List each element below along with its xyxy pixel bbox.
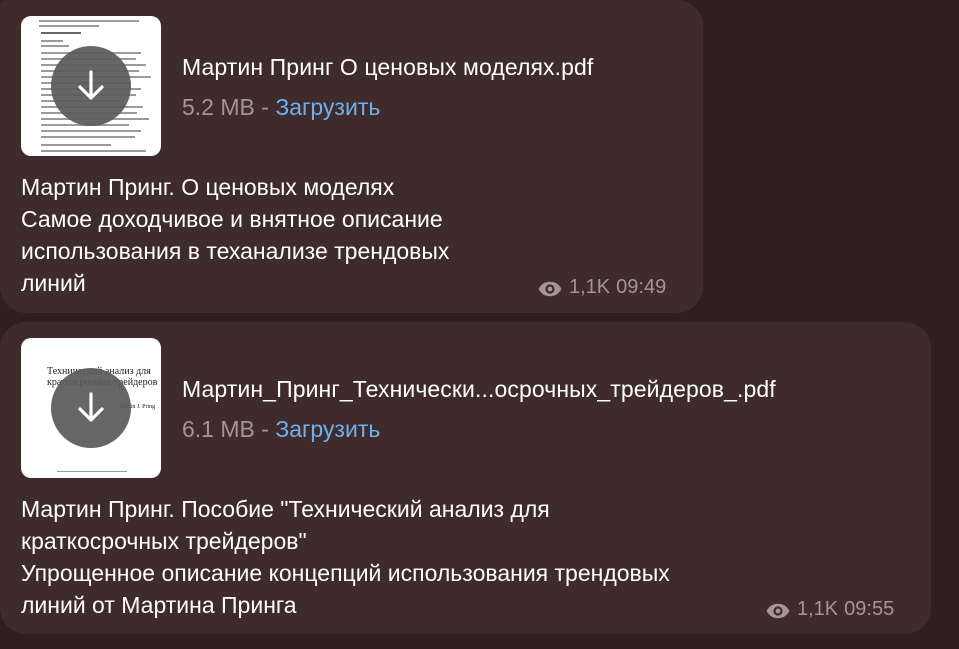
caption-line: Мартин Принг. Пособие "Технический анали… (21, 496, 550, 522)
thumb-line (41, 40, 63, 42)
thumb-line (39, 25, 99, 27)
eye-icon (537, 280, 563, 296)
caption-line: Мартин Принг. О ценовых моделях (21, 174, 395, 200)
caption-line: использования в теханализе трендовых (21, 238, 450, 264)
caption-line: Упрощенное описание концепций использова… (21, 560, 670, 586)
caption-line: краткосрочных трейдеров" (21, 528, 307, 554)
thumb-line (41, 45, 69, 47)
file-name[interactable]: Мартин Принг О ценовых моделях.pdf (182, 54, 593, 81)
download-link[interactable]: Загрузить (275, 94, 380, 120)
thumb-line (41, 32, 81, 34)
download-arrow-icon (78, 70, 104, 100)
thumb-line (41, 150, 146, 152)
eye-icon (765, 602, 791, 618)
caption-line: Самое доходчивое и внятное описание (21, 206, 443, 232)
thumb-line (39, 20, 139, 22)
thumb-line (57, 471, 127, 472)
message-time: 09:55 (844, 598, 895, 620)
thumb-line (41, 130, 141, 132)
caption-line: линий от Мартина Принга (21, 592, 297, 618)
message-bubble: Мартин Принг О ценовых моделях.pdf 5.2 M… (0, 0, 703, 313)
thumb-line (41, 136, 135, 138)
separator: - (261, 416, 269, 442)
message-caption: Мартин Принг. О ценовых моделях Самое до… (21, 171, 449, 299)
download-arrow-icon (78, 392, 104, 422)
download-button[interactable] (51, 46, 131, 126)
caption-line: линий (21, 270, 86, 296)
separator: - (261, 94, 269, 120)
download-link[interactable]: Загрузить (275, 416, 380, 442)
document-thumbnail[interactable] (21, 16, 161, 156)
file-meta: 6.1 MB - Загрузить (182, 416, 380, 443)
message-time: 09:49 (616, 276, 667, 298)
document-thumbnail[interactable]: Технический анализ для краткосрочных тре… (21, 338, 161, 478)
thumb-line (41, 144, 111, 146)
download-button[interactable] (51, 368, 131, 448)
file-meta: 5.2 MB - Загрузить (182, 94, 380, 121)
file-name[interactable]: Мартин_Принг_Технически...осрочных_трейд… (182, 376, 776, 403)
file-size: 5.2 MB (182, 94, 255, 120)
message-meta: 1,1K 09:49 (537, 276, 666, 299)
message-meta: 1,1K 09:55 (765, 598, 894, 621)
view-count: 1,1K (797, 598, 839, 620)
file-size: 6.1 MB (182, 416, 255, 442)
view-count: 1,1K (569, 276, 611, 298)
message-caption: Мартин Принг. Пособие "Технический анали… (21, 493, 670, 621)
message-bubble: Технический анализ для краткосрочных тре… (0, 322, 931, 634)
